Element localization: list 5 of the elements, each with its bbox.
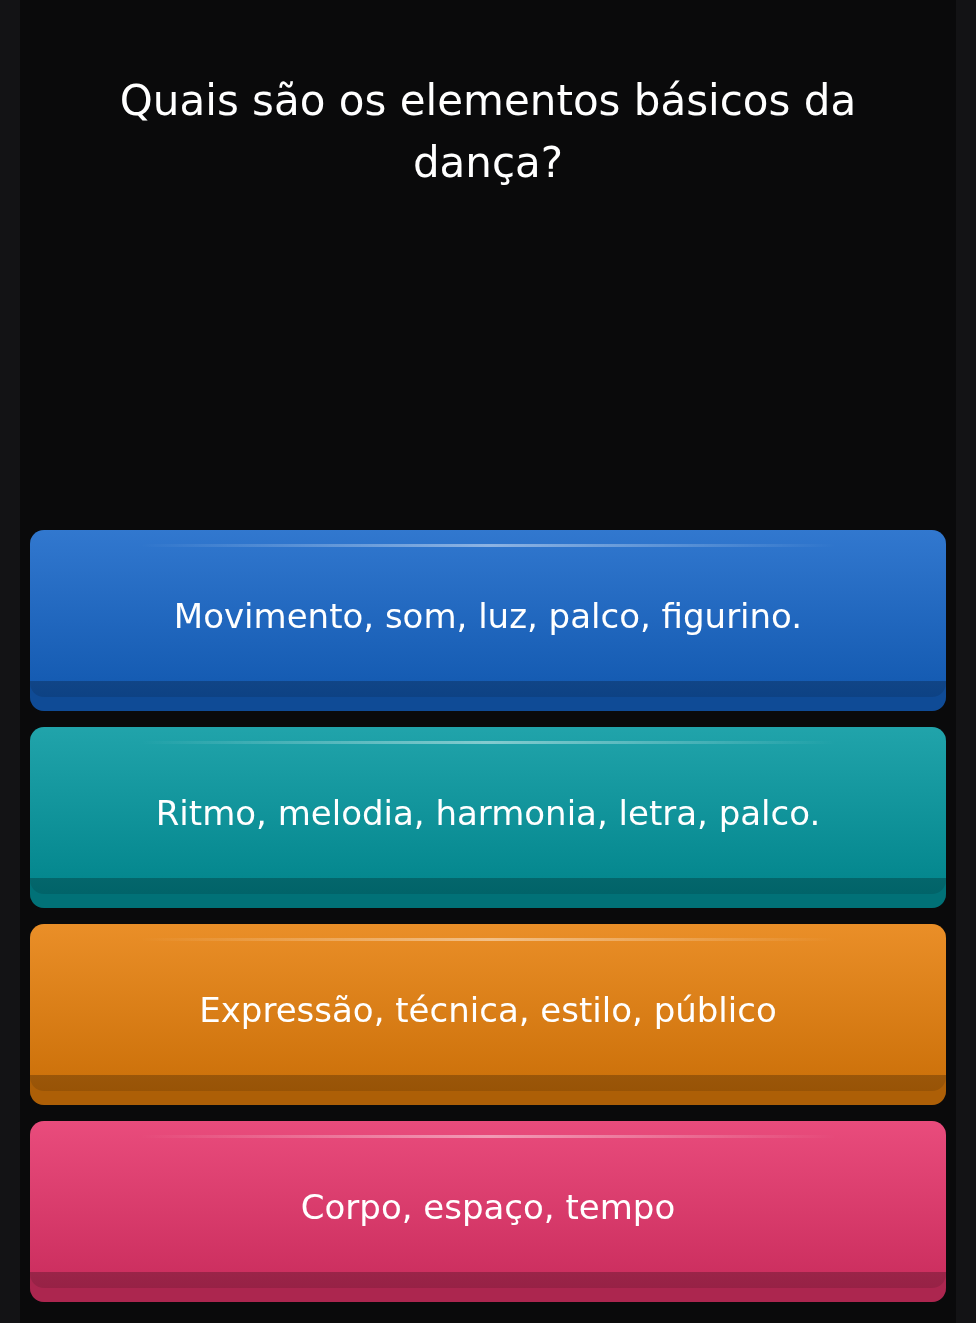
answer-button[interactable]: Corpo, espaço, tempo (30, 1121, 946, 1302)
answer-button[interactable]: Ritmo, melodia, harmonia, letra, palco. (30, 727, 946, 908)
answer-button[interactable]: Movimento, som, luz, palco, figurino. (30, 530, 946, 711)
answer-button[interactable]: Expressão, técnica, estilo, público (30, 924, 946, 1105)
question-text: Quais são os elementos básicos da dança? (118, 75, 858, 189)
